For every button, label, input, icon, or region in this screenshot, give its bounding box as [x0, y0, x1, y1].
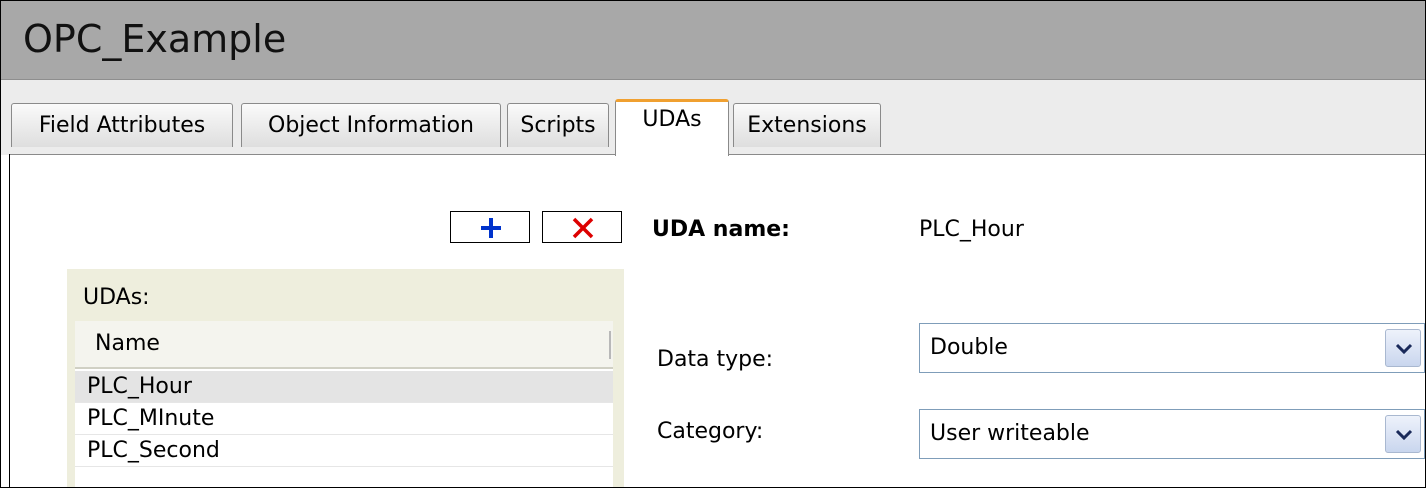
uda-list-panel: UDAs: Name PLC_Hour PLC_MInute PLC_Secon…: [67, 269, 624, 487]
window-title: OPC_Example: [23, 17, 287, 61]
column-separator[interactable]: [609, 331, 611, 359]
category-label: Category:: [657, 419, 764, 444]
tab-object-information[interactable]: Object Information: [241, 103, 501, 147]
uda-name-value: PLC_Hour: [919, 217, 1024, 242]
uda-name-label: UDA name:: [652, 217, 790, 242]
tab-udas[interactable]: UDAs: [615, 99, 729, 156]
window: OPC_Example Field Attributes Object Info…: [0, 0, 1426, 488]
x-icon: [572, 217, 594, 239]
list-item[interactable]: PLC_Second: [75, 435, 613, 467]
tab-strip: Field Attributes Object Information Scri…: [1, 80, 1425, 156]
chevron-down-icon[interactable]: [1385, 415, 1421, 453]
uda-list[interactable]: Name PLC_Hour PLC_MInute PLC_Second: [75, 321, 613, 487]
tab-scripts[interactable]: Scripts: [507, 103, 609, 147]
column-header-label: Name: [95, 331, 160, 356]
add-uda-button[interactable]: [450, 211, 530, 243]
tab-extensions[interactable]: Extensions: [733, 103, 881, 147]
data-type-value: Double: [930, 335, 1008, 360]
tab-field-attributes[interactable]: Field Attributes: [11, 103, 233, 147]
plus-icon: [481, 218, 501, 238]
title-bar: OPC_Example: [1, 1, 1425, 80]
chevron-down-icon[interactable]: [1385, 329, 1421, 367]
delete-uda-button[interactable]: [542, 211, 622, 243]
category-value: User writeable: [930, 421, 1090, 446]
category-select[interactable]: User writeable: [919, 409, 1425, 459]
list-item[interactable]: PLC_Hour: [75, 371, 613, 403]
panel-border: [9, 154, 10, 487]
data-type-select[interactable]: Double: [919, 323, 1425, 373]
data-type-label: Data type:: [657, 347, 774, 372]
list-item[interactable]: PLC_MInute: [75, 403, 613, 435]
name-column-header[interactable]: Name: [75, 321, 613, 369]
uda-list-label: UDAs:: [83, 285, 150, 310]
